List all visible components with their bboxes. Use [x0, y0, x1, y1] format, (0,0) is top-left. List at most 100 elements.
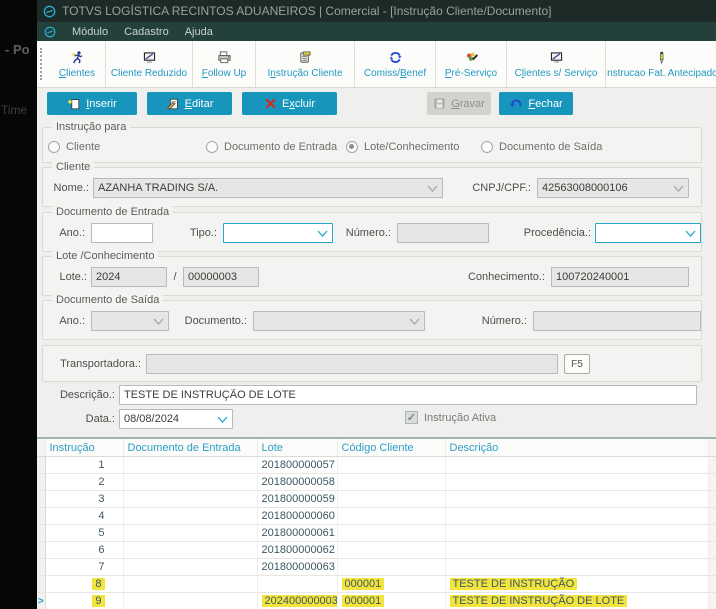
table-row[interactable]: 2 201800000058	[37, 474, 716, 491]
toolbar-drag-handle[interactable]	[40, 48, 47, 80]
data-combo[interactable]: 08/08/2024	[119, 409, 233, 429]
cell-instrucao[interactable]: 4	[45, 508, 123, 525]
radio-documento-entrada[interactable]: Documento de Entrada	[206, 141, 337, 153]
cell-codigo[interactable]	[337, 525, 445, 542]
table-row[interactable]: 4 201800000060	[37, 508, 716, 525]
column-header-lote[interactable]: Lote	[257, 439, 337, 457]
column-header-documento-entrada[interactable]: Documento de Entrada	[123, 439, 257, 457]
cell-doc_entrada[interactable]	[123, 508, 257, 525]
cell-lote[interactable]: 201800000060	[257, 508, 337, 525]
editar-button[interactable]: Editar	[147, 92, 232, 115]
cell-instrucao[interactable]: 3	[45, 491, 123, 508]
cell-lote[interactable]: 201800000062	[257, 542, 337, 559]
cell-codigo[interactable]	[337, 474, 445, 491]
cell-lote[interactable]: 201800000063	[257, 559, 337, 576]
cell-descricao[interactable]	[445, 474, 708, 491]
table-row[interactable]: 6 201800000062	[37, 542, 716, 559]
cell-doc_entrada[interactable]	[123, 559, 257, 576]
toolbar-item-instrucao-cliente[interactable]: Instrução Cliente	[256, 41, 355, 87]
cell-instrucao[interactable]: 5	[45, 525, 123, 542]
row-selector-cell[interactable]	[37, 457, 45, 474]
radio-lote-conhecimento[interactable]: Lote/Conhecimento	[346, 141, 459, 153]
cell-lote[interactable]: 201800000057	[257, 457, 337, 474]
lote-ano-input[interactable]	[91, 267, 167, 287]
cell-instrucao[interactable]: 6	[45, 542, 123, 559]
toolbar-item-cliente-reduzido[interactable]: Cliente Reduzido	[106, 41, 193, 87]
cell-instrucao[interactable]: 8	[45, 576, 123, 593]
cell-codigo[interactable]: 000001	[337, 576, 445, 593]
toolbar-item-pre-servico[interactable]: Pré-Serviço	[436, 41, 507, 87]
cell-lote[interactable]: 201800000058	[257, 474, 337, 491]
column-header-descricao[interactable]: Descrição	[445, 439, 708, 457]
cell-instrucao[interactable]: 1	[45, 457, 123, 474]
cell-descricao[interactable]	[445, 525, 708, 542]
cnpj-combo[interactable]: 42563008000106	[537, 178, 689, 198]
cell-codigo[interactable]	[337, 457, 445, 474]
lote-numero-input[interactable]	[183, 267, 259, 287]
toolbar-item-instrucao-fat-antecipado[interactable]: Instrucao Fat. Antecipado	[606, 41, 716, 87]
cell-descricao[interactable]	[445, 491, 708, 508]
row-selector-cell[interactable]	[37, 542, 45, 559]
table-row[interactable]: 5 201800000061	[37, 525, 716, 542]
transportadora-input[interactable]	[146, 354, 558, 374]
cell-descricao[interactable]	[445, 508, 708, 525]
row-selector-cell[interactable]	[37, 508, 45, 525]
cell-instrucao[interactable]: 7	[45, 559, 123, 576]
row-selector-cell[interactable]	[37, 491, 45, 508]
menu-item-modulo[interactable]: Módulo	[72, 26, 108, 38]
cell-doc_entrada[interactable]	[123, 457, 257, 474]
editar-button-label: Editar	[185, 98, 214, 110]
numero-input[interactable]	[397, 223, 489, 243]
cell-codigo[interactable]	[337, 542, 445, 559]
cell-codigo[interactable]	[337, 508, 445, 525]
cell-doc_entrada[interactable]	[123, 474, 257, 491]
tipo-combo[interactable]	[223, 223, 333, 243]
excluir-button[interactable]: Excluir	[242, 92, 337, 115]
menu-item-cadastro[interactable]: Cadastro	[124, 26, 169, 38]
cell-descricao[interactable]	[445, 559, 708, 576]
cell-doc_entrada[interactable]	[123, 542, 257, 559]
radio-cliente[interactable]: Cliente	[48, 141, 100, 153]
cell-descricao[interactable]: TESTE DE INSTRUÇÃO	[445, 576, 708, 593]
table-row[interactable]: 8 000001TESTE DE INSTRUÇÃO	[37, 576, 716, 593]
table-row[interactable]: 7 201800000063	[37, 559, 716, 576]
cell-doc_entrada[interactable]	[123, 576, 257, 593]
gravar-button[interactable]: Gravar	[427, 92, 491, 115]
nome-combo[interactable]: AZANHA TRADING S/A.	[93, 178, 443, 198]
toolbar-item-clientes-sem-servico[interactable]: Clientes s/ Serviço	[507, 41, 606, 87]
numero-saida-input[interactable]	[533, 311, 701, 331]
cell-doc_entrada[interactable]	[123, 525, 257, 542]
cell-codigo[interactable]	[337, 559, 445, 576]
toolbar-item-follow-up[interactable]: Follow Up	[193, 41, 256, 87]
menu-item-ajuda[interactable]: Ajuda	[185, 26, 213, 38]
table-row[interactable]: 3 201800000059	[37, 491, 716, 508]
row-selector-cell[interactable]	[37, 559, 45, 576]
procedencia-combo[interactable]	[595, 223, 701, 243]
toolbar-item-comiss-benef[interactable]: Comiss/Benef	[355, 41, 436, 87]
cell-lote[interactable]: 201800000061	[257, 525, 337, 542]
cell-codigo[interactable]	[337, 491, 445, 508]
ano-saida-combo[interactable]	[91, 311, 169, 331]
radio-documento-saida[interactable]: Documento de Saída	[481, 141, 602, 153]
row-selector-cell[interactable]	[37, 525, 45, 542]
documento-saida-combo[interactable]	[253, 311, 425, 331]
cell-lote[interactable]: 201800000059	[257, 491, 337, 508]
f5-lookup-button[interactable]: F5	[564, 354, 590, 374]
instrucao-ativa-checkbox[interactable]: ✓ Instrução Ativa	[405, 411, 496, 424]
cell-doc_entrada[interactable]	[123, 491, 257, 508]
column-header-instrucao[interactable]: Instrução	[45, 439, 123, 457]
fechar-button[interactable]: Fechar	[499, 92, 573, 115]
toolbar-item-clientes[interactable]: Clientes	[49, 41, 106, 87]
ano-input[interactable]	[91, 223, 153, 243]
cell-lote[interactable]	[257, 576, 337, 593]
cell-descricao[interactable]	[445, 457, 708, 474]
cell-instrucao[interactable]: 2	[45, 474, 123, 491]
cell-descricao[interactable]	[445, 542, 708, 559]
conhecimento-input[interactable]	[551, 267, 689, 287]
inserir-button[interactable]: Inserir	[47, 92, 137, 115]
column-header-codigo-cliente[interactable]: Código Cliente	[337, 439, 445, 457]
descricao-input[interactable]	[119, 385, 697, 405]
row-selector-cell[interactable]	[37, 474, 45, 491]
row-selector-cell[interactable]	[37, 576, 45, 593]
table-row[interactable]: 1 201800000057	[37, 457, 716, 474]
